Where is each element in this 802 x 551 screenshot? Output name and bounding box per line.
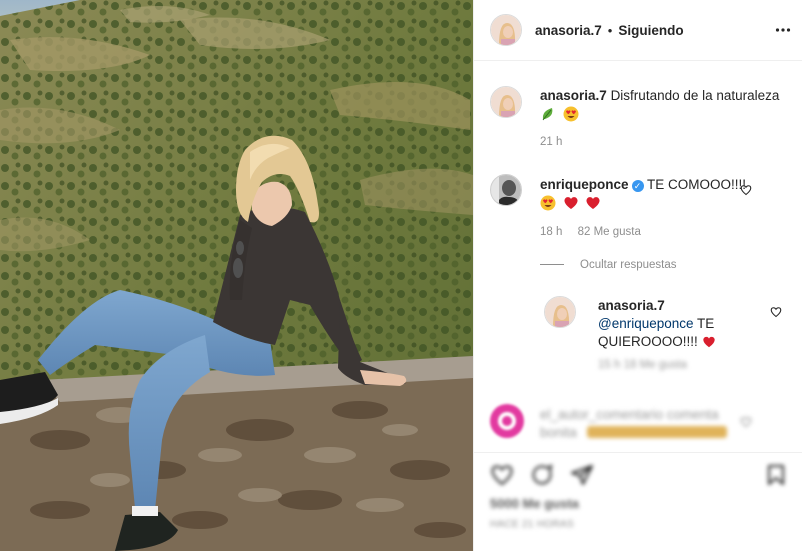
red-heart-emoji-icon: [702, 336, 715, 348]
like-comment-icon[interactable]: [770, 306, 782, 318]
caption-username[interactable]: anasoria.7: [540, 88, 607, 103]
hide-replies-label: Ocultar respuestas: [580, 259, 677, 271]
photo-illustration: [0, 0, 473, 551]
like-comment-icon[interactable]: [740, 416, 752, 428]
avatar[interactable]: [490, 14, 522, 46]
reply-meta: 15 h 18 Me gusta: [598, 359, 687, 371]
reply-avatar[interactable]: [544, 296, 576, 328]
like-comment-icon[interactable]: [740, 184, 752, 196]
caption-emojis: [540, 106, 790, 126]
comment-text: TE COMOOO!!!!: [647, 177, 747, 192]
comment-icon[interactable]: [530, 463, 554, 487]
avatar-image: [491, 15, 521, 45]
caption-time[interactable]: 21 h: [540, 136, 790, 148]
comment-time[interactable]: 18 h: [540, 226, 562, 238]
post-actions: 5000 Me gusta HACE 21 HORAS: [474, 452, 802, 551]
like-icon[interactable]: [490, 463, 514, 487]
blurred-avatar[interactable]: [490, 404, 524, 438]
hide-replies-line: [540, 264, 564, 266]
verified-badge-icon: ✓: [631, 180, 644, 192]
comment-avatar[interactable]: [490, 174, 522, 206]
avatar-image: [491, 87, 521, 117]
red-heart-emoji-icon: [564, 197, 578, 209]
likes-count[interactable]: 5000 Me gusta: [490, 496, 579, 511]
following-button[interactable]: Siguiendo: [618, 23, 683, 38]
post-photo[interactable]: [0, 0, 473, 551]
blurred-emoji-row: [586, 426, 727, 438]
reply-username[interactable]: anasoria.7: [598, 297, 738, 315]
reply-mention[interactable]: @enriqueponce: [598, 316, 694, 331]
avatar-image: [491, 175, 521, 205]
blurred-comment-line-2: bonita: [540, 424, 740, 442]
post-side-panel: anasoria.7 • Siguiendo anasoria.7 Disfru…: [473, 0, 802, 551]
caption-text: Disfrutando de la naturaleza: [610, 88, 780, 103]
herb-emoji-icon: [542, 108, 553, 121]
heart-eyes-emoji-icon: [563, 106, 579, 122]
save-icon[interactable]: [764, 463, 788, 487]
hide-replies-button[interactable]: Ocultar respuestas: [540, 259, 802, 271]
avatar-image: [545, 297, 575, 327]
comment-meta: 18 h 82 Me gusta: [540, 226, 760, 238]
blurred-comment-line-1: el_autor_comentario comenta: [540, 407, 719, 422]
instagram-post: anasoria.7 • Siguiendo anasoria.7 Disfru…: [0, 0, 802, 551]
red-heart-emoji-icon: [586, 197, 600, 209]
comment-emojis: [540, 195, 760, 215]
blurred-comment-word: bonita: [540, 425, 577, 440]
caption-avatar[interactable]: [490, 86, 522, 118]
comment-likes[interactable]: 82 Me gusta: [578, 226, 641, 238]
more-options-icon[interactable]: [775, 22, 791, 38]
comment-username[interactable]: enriqueponce: [540, 177, 629, 192]
post-header: anasoria.7 • Siguiendo: [474, 0, 802, 61]
header-username[interactable]: anasoria.7: [535, 23, 602, 38]
heart-eyes-emoji-icon: [540, 195, 556, 211]
post-date: HACE 21 HORAS: [490, 519, 574, 530]
share-icon[interactable]: [570, 463, 594, 487]
header-separator: •: [607, 22, 613, 38]
